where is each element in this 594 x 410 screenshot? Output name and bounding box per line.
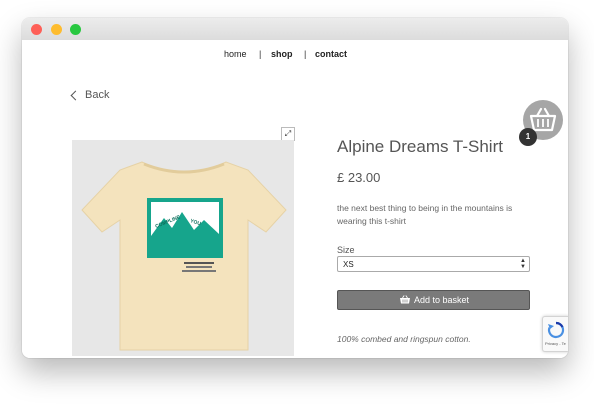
browser-window: home | shop | contact Back ⤢ COMPLINE YO… — [22, 18, 568, 358]
basket-icon — [400, 295, 410, 304]
size-label: Size — [337, 245, 355, 255]
chevron-left-icon — [70, 90, 81, 101]
select-arrows-icon: ▲ ▼ — [520, 258, 526, 270]
size-select[interactable]: XS ▲ ▼ — [337, 256, 530, 272]
page-content: home | shop | contact Back ⤢ COMPLINE YO… — [22, 40, 568, 358]
product-title: Alpine Dreams T-Shirt — [337, 137, 503, 156]
recaptcha-icon — [547, 321, 565, 339]
close-window-button[interactable] — [31, 24, 42, 35]
nav-contact[interactable]: contact — [315, 49, 347, 59]
tshirt-illustration: COMPLINE YOU — [81, 161, 287, 351]
recaptcha-text: Privacy - Te — [545, 341, 566, 346]
product-material: 100% combed and ringspun cotton. — [337, 334, 471, 344]
nav-shop[interactable]: shop — [271, 49, 293, 59]
size-select-value: XS — [343, 260, 354, 269]
top-nav: home | shop | contact — [22, 49, 568, 63]
back-label: Back — [85, 89, 110, 101]
nav-home[interactable]: home — [224, 49, 247, 59]
expand-icon[interactable]: ⤢ — [281, 127, 295, 141]
product-price: £ 23.00 — [337, 170, 381, 185]
nav-separator: | — [304, 49, 307, 59]
cart-count-badge: 1 — [519, 128, 537, 146]
window-titlebar — [22, 18, 568, 41]
product-image[interactable]: COMPLINE YOU — [72, 140, 294, 356]
maximize-window-button[interactable] — [70, 24, 81, 35]
product-description: the next best thing to being in the moun… — [337, 203, 513, 226]
recaptcha-badge[interactable]: Privacy - Te — [542, 316, 568, 352]
nav-separator: | — [259, 49, 262, 59]
minimize-window-button[interactable] — [51, 24, 62, 35]
add-to-basket-label: Add to basket — [414, 295, 470, 305]
add-to-basket-button[interactable]: Add to basket — [337, 290, 530, 310]
